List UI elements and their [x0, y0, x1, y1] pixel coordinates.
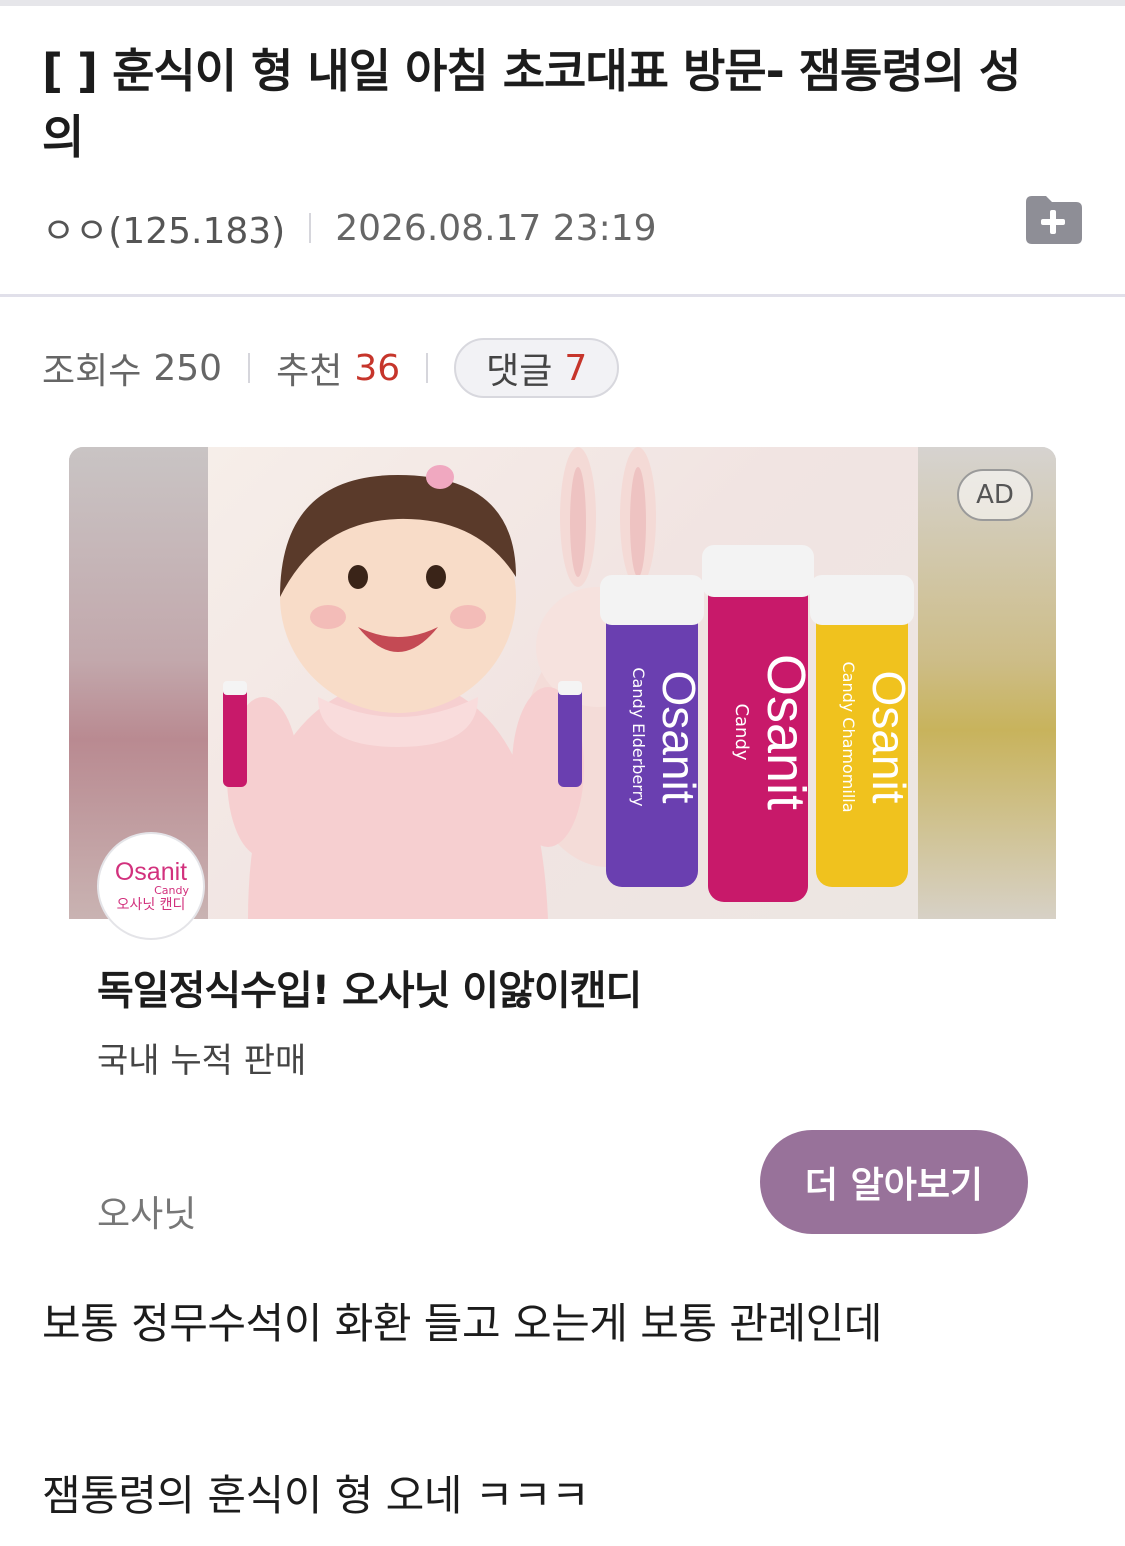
header-divider	[0, 294, 1125, 297]
post-date: 2026.08.17 23:19	[335, 207, 657, 249]
comments-count: 7	[564, 347, 588, 389]
ad-advertiser: 오사닛	[97, 1194, 197, 1235]
product-tube-original: Osanit Candy	[702, 545, 816, 902]
folder-plus-icon[interactable]	[1022, 192, 1084, 246]
comments-label: 댓글	[486, 351, 553, 392]
product-tube-elderberry: Osanit Candy Elderberry	[600, 575, 705, 887]
post-stats: 조회수 250 추천 36 댓글 7	[42, 338, 620, 398]
post-title: [ ] 훈식이 형 내일 아침 초코대표 방문- 잼통령의 성의	[42, 44, 1021, 164]
top-border	[0, 0, 1125, 6]
svg-text:Osanit: Osanit	[756, 654, 816, 810]
comments-button[interactable]: 댓글 7	[454, 338, 620, 398]
views-label: 조회수	[42, 351, 142, 392]
ad-image[interactable]: Osanit Candy Elderberry Osanit Candy Osa…	[69, 447, 1056, 919]
post-body-line: 보통 정무수석이 화환 들고 오는게 보통 관례인데	[42, 1299, 882, 1348]
brand-logo-text: Osanit	[114, 858, 188, 886]
svg-text:Osanit: Osanit	[863, 671, 915, 804]
svg-text:Candy Elderberry: Candy Elderberry	[629, 667, 648, 806]
svg-text:Candy Chamomilla: Candy Chamomilla	[839, 661, 858, 812]
recommend-count: 36	[354, 347, 401, 389]
ad-headline[interactable]: 독일정식수입! 오사닛 이앓이캔디	[97, 958, 642, 1016]
svg-text:Candy: Candy	[731, 703, 752, 760]
views-count: 250	[153, 347, 223, 389]
brand-logo-kr: 오사닛 캔디	[116, 897, 186, 913]
svg-text:Osanit: Osanit	[653, 671, 705, 804]
author-name[interactable]: ㅇㅇ(125.183)	[42, 202, 285, 254]
brand-logo[interactable]: Osanit Candy 오사닛 캔디	[97, 832, 205, 940]
stats-divider	[248, 353, 251, 383]
brand-logo-sub: Candy	[154, 884, 189, 897]
post-body-line: 잼통령의 훈식이 형 오네 ㅋㅋㅋ	[42, 1471, 590, 1520]
post-meta: ㅇㅇ(125.183) 2026.08.17 23:19	[42, 202, 657, 254]
ad-subtext: 국내 누적 판매	[97, 1041, 307, 1081]
stats-divider	[426, 353, 429, 383]
ad-product-photo: Osanit Candy Elderberry Osanit Candy Osa…	[208, 447, 918, 919]
recommend-label: 추천	[276, 351, 343, 392]
meta-divider	[309, 213, 312, 243]
learn-more-button[interactable]: 더 알아보기	[760, 1130, 1028, 1234]
product-tube-chamomilla: Osanit Candy Chamomilla	[810, 575, 915, 887]
ad-badge: AD	[957, 469, 1033, 521]
